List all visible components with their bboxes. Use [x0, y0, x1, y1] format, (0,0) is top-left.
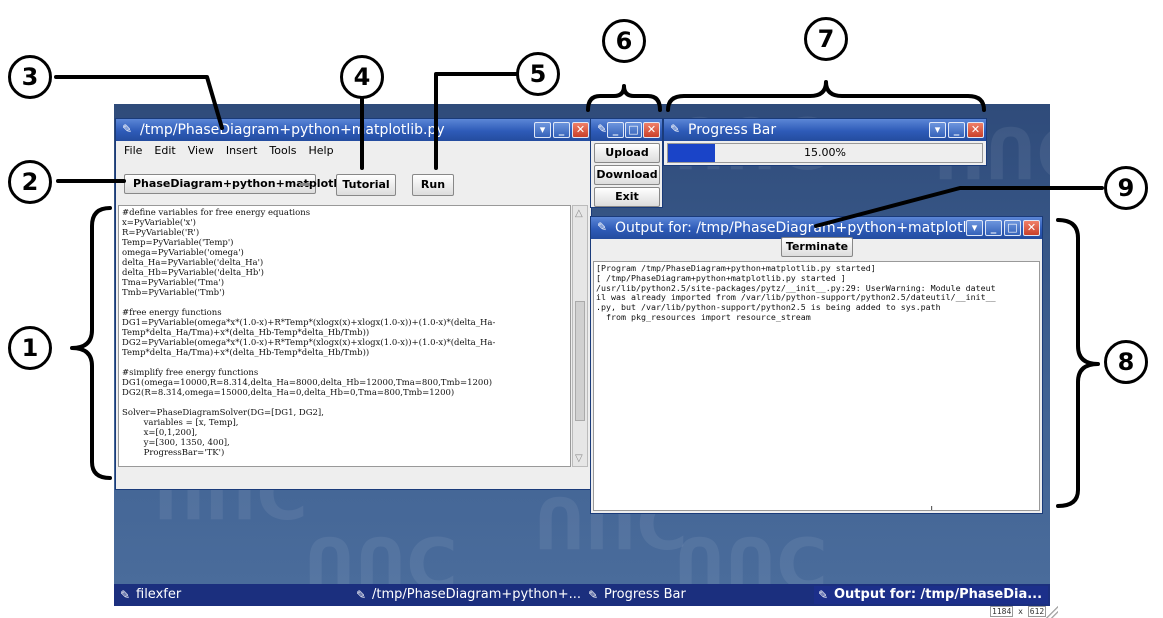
callout-6: 6 [602, 19, 646, 63]
callout-lines [54, 72, 1104, 508]
callout-2: 2 [8, 160, 52, 204]
callout-4: 4 [340, 55, 384, 99]
callout-9: 9 [1104, 166, 1148, 210]
callout-7: 7 [804, 17, 848, 61]
callout-5: 5 [516, 52, 560, 96]
callout-1: 1 [8, 326, 52, 370]
callout-8: 8 [1104, 340, 1148, 384]
callout-3: 3 [8, 55, 52, 99]
